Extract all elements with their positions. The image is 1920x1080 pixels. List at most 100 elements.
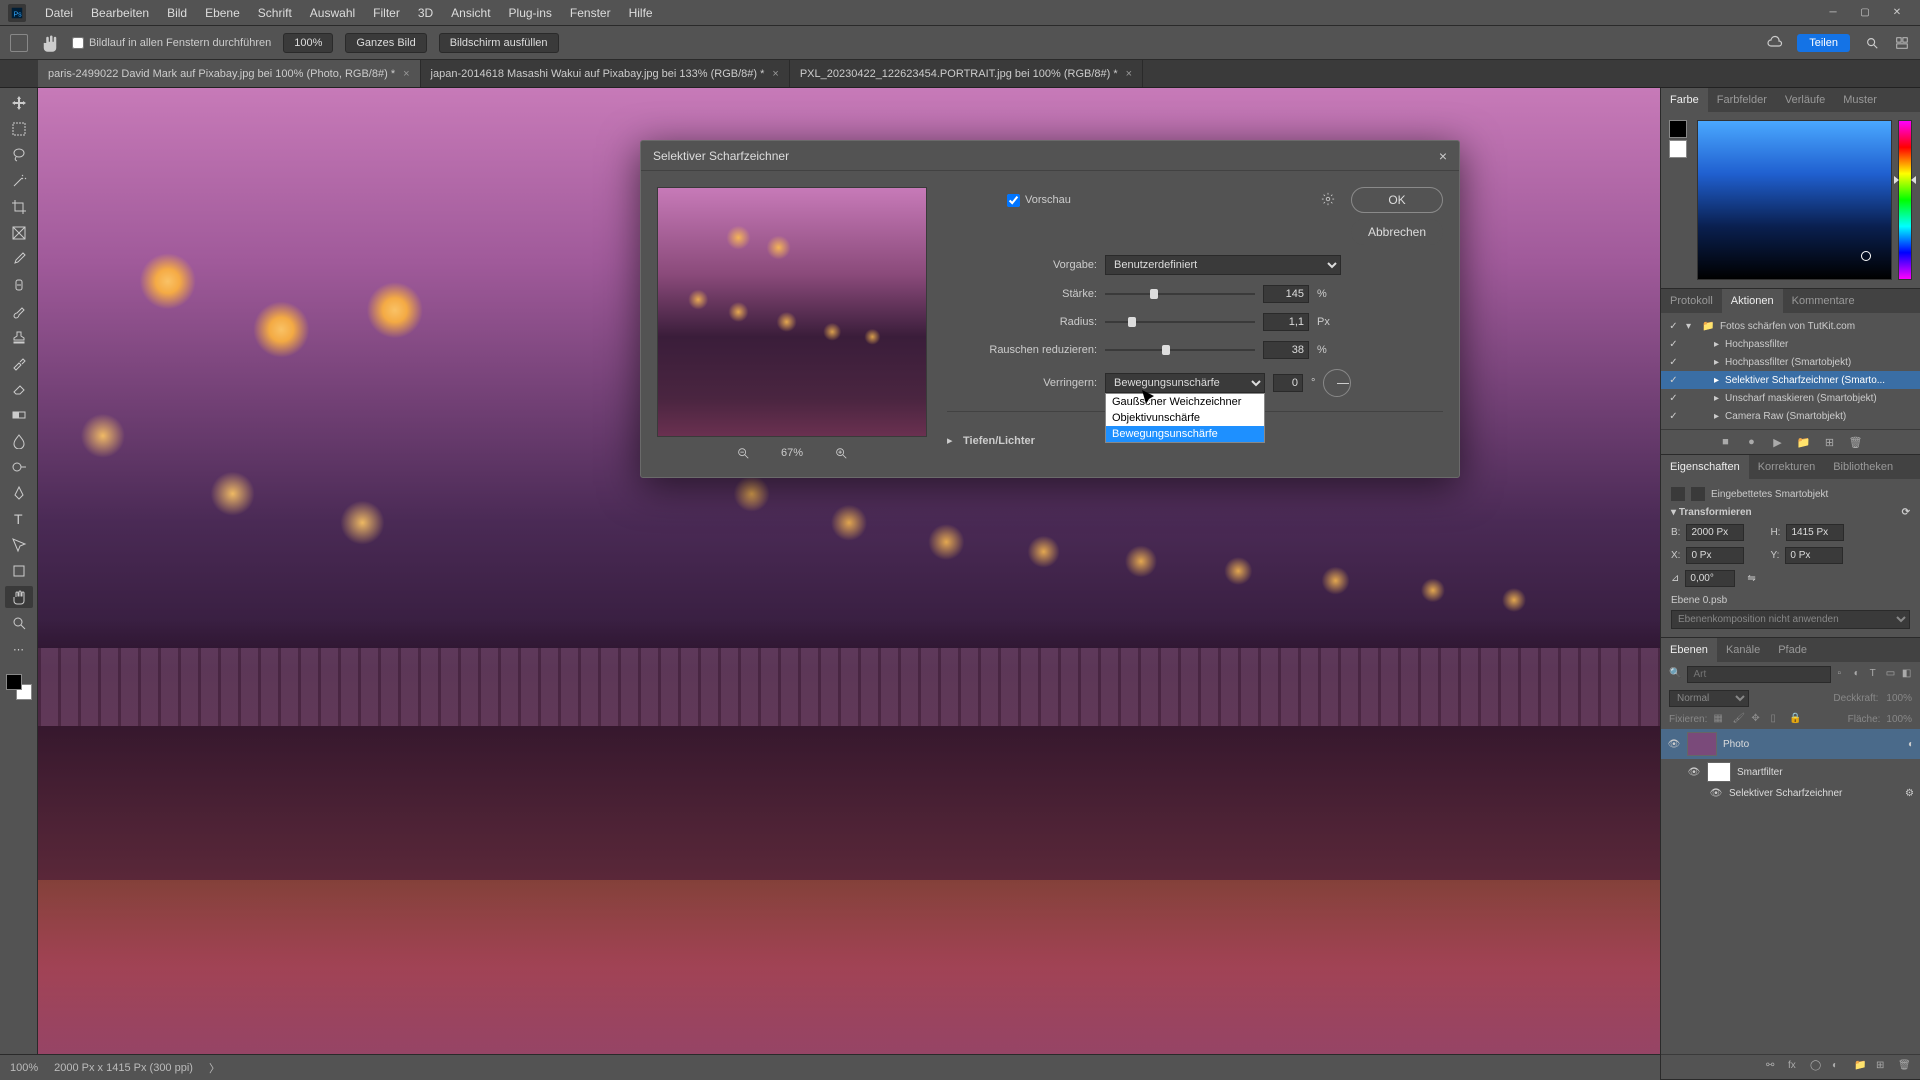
type-tool-icon[interactable]: T — [5, 508, 33, 530]
hand-tool-icon[interactable] — [40, 33, 60, 53]
dodge-tool-icon[interactable] — [5, 456, 33, 478]
lock-pos-icon[interactable]: ✥ — [1751, 713, 1764, 726]
doc-tab-3-close-icon[interactable]: × — [1126, 68, 1132, 80]
amount-slider[interactable] — [1105, 287, 1255, 301]
remove-select[interactable]: Bewegungsunschärfe — [1105, 373, 1265, 393]
height-input[interactable] — [1786, 524, 1844, 541]
x-input[interactable] — [1686, 547, 1744, 564]
filter-shape-icon[interactable]: ▭ — [1886, 668, 1896, 682]
preview-checkbox[interactable]: Vorschau — [1007, 194, 1071, 207]
menu-filter[interactable]: Filter — [364, 6, 409, 20]
action-row-2[interactable]: ✓▸Selektiver Scharfzeichner (Smarto... — [1661, 371, 1920, 389]
ok-button[interactable]: OK — [1351, 187, 1443, 213]
eyedropper-tool-icon[interactable] — [5, 248, 33, 270]
move-tool-icon[interactable] — [5, 92, 33, 114]
eraser-tool-icon[interactable] — [5, 378, 33, 400]
action-row-0[interactable]: ✓▸Hochpassfilter — [1661, 335, 1920, 353]
dialog-close-icon[interactable]: × — [1439, 148, 1447, 164]
layer-smartfilter[interactable]: 👁 Smartfilter — [1661, 759, 1920, 785]
tab-pfade[interactable]: Pfade — [1769, 638, 1816, 662]
tab-protokoll[interactable]: Protokoll — [1661, 289, 1722, 313]
filter-type-icon[interactable]: T — [1870, 668, 1880, 682]
cancel-button[interactable]: Abbrechen — [1351, 219, 1443, 245]
fit-screen-button[interactable]: Ganzes Bild — [345, 33, 426, 53]
action-row-4[interactable]: ✓▸Camera Raw (Smartobjekt) — [1661, 407, 1920, 425]
stop-icon[interactable]: ■ — [1720, 436, 1732, 448]
menu-3d[interactable]: 3D — [409, 6, 442, 20]
color-field[interactable] — [1697, 120, 1892, 280]
tab-verlaufe[interactable]: Verläufe — [1776, 88, 1834, 112]
tab-kanale[interactable]: Kanäle — [1717, 638, 1769, 662]
layer-visibility-icon[interactable]: 👁 — [1667, 739, 1681, 750]
angle-input[interactable] — [1273, 374, 1303, 392]
layer-thumb[interactable] — [1687, 732, 1717, 756]
tab-korrekturen[interactable]: Korrekturen — [1749, 455, 1824, 479]
pen-tool-icon[interactable] — [5, 482, 33, 504]
menu-ansicht[interactable]: Ansicht — [442, 6, 499, 20]
layer-photo[interactable]: 👁 Photo ◐ — [1661, 729, 1920, 759]
heal-tool-icon[interactable] — [5, 274, 33, 296]
lock-all-icon[interactable]: 🔒 — [1789, 713, 1802, 726]
fill-screen-button[interactable]: Bildschirm ausfüllen — [439, 33, 559, 53]
record-icon[interactable]: ● — [1746, 436, 1758, 448]
menu-bild[interactable]: Bild — [158, 6, 196, 20]
tab-bibliotheken[interactable]: Bibliotheken — [1824, 455, 1902, 479]
menu-schrift[interactable]: Schrift — [249, 6, 301, 20]
width-input[interactable] — [1686, 524, 1744, 541]
dialog-titlebar[interactable]: Selektiver Scharfzeichner × — [641, 141, 1459, 171]
tab-farbe[interactable]: Farbe — [1661, 88, 1708, 112]
action-row-3[interactable]: ✓▸Unscharf maskieren (Smartobjekt) — [1661, 389, 1920, 407]
doc-tab-1-close-icon[interactable]: × — [403, 68, 409, 80]
tab-kommentare[interactable]: Kommentare — [1783, 289, 1864, 313]
preset-select[interactable]: Benutzerdefiniert — [1105, 255, 1341, 275]
transform-heading[interactable]: Transformieren — [1679, 507, 1752, 518]
filter-options-icon[interactable]: ⚙ — [1905, 788, 1914, 799]
menu-ebene[interactable]: Ebene — [196, 6, 249, 20]
home-icon[interactable] — [10, 34, 28, 52]
zoom-tool-icon[interactable] — [5, 612, 33, 634]
radius-input[interactable] — [1263, 313, 1309, 331]
remove-option-lens[interactable]: Objektivunschärfe — [1106, 410, 1264, 426]
close-window-icon[interactable]: ✕ — [1882, 3, 1912, 23]
fg-color[interactable] — [6, 674, 22, 690]
smartfilter-thumb[interactable] — [1707, 762, 1731, 782]
menu-datei[interactable]: Datei — [36, 6, 82, 20]
doc-tab-3[interactable]: PXL_20230422_122623454.PORTRAIT.jpg bei … — [790, 60, 1143, 87]
marquee-tool-icon[interactable] — [5, 118, 33, 140]
y-input[interactable] — [1785, 547, 1843, 564]
doc-tab-2-close-icon[interactable]: × — [772, 68, 778, 80]
dialog-gear-icon[interactable] — [1321, 192, 1337, 209]
tab-eigenschaften[interactable]: Eigenschaften — [1661, 455, 1749, 479]
menu-auswahl[interactable]: Auswahl — [301, 6, 364, 20]
adjustment-icon[interactable]: ◐ — [1832, 1060, 1846, 1074]
zoom-in-icon[interactable] — [833, 445, 849, 461]
reset-icon[interactable]: ⟳ — [1902, 507, 1910, 518]
search-icon[interactable] — [1864, 35, 1880, 51]
folder-caret-icon[interactable]: ▾ — [1686, 321, 1696, 332]
angle-dial[interactable] — [1323, 369, 1351, 397]
filter-search-icon[interactable]: 🔍 — [1669, 668, 1681, 682]
new-action-icon[interactable]: ⊞ — [1824, 436, 1836, 448]
doc-tab-2[interactable]: japan-2014618 Masashi Wakui auf Pixabay.… — [421, 60, 790, 87]
new-layer-icon[interactable]: ⊞ — [1876, 1060, 1890, 1074]
color-swatches[interactable] — [6, 674, 32, 700]
angle-input-prop[interactable] — [1685, 570, 1735, 587]
amount-input[interactable] — [1263, 285, 1309, 303]
layer-comp-select[interactable]: Ebenenkomposition nicht anwenden — [1671, 610, 1910, 629]
blur-tool-icon[interactable] — [5, 430, 33, 452]
radius-slider[interactable] — [1105, 315, 1255, 329]
tab-ebenen[interactable]: Ebenen — [1661, 638, 1717, 662]
fill-value[interactable]: 100% — [1886, 714, 1912, 725]
scroll-all-checkbox[interactable]: Bildlauf in allen Fenstern durchführen — [72, 37, 271, 49]
menu-plugins[interactable]: Plug-ins — [500, 6, 561, 20]
path-tool-icon[interactable] — [5, 534, 33, 556]
menu-bearbeiten[interactable]: Bearbeiten — [82, 6, 158, 20]
delete-layer-icon[interactable]: 🗑 — [1898, 1060, 1912, 1074]
mask-icon[interactable]: ◯ — [1810, 1060, 1824, 1074]
play-icon[interactable]: ▶ — [1772, 436, 1784, 448]
shape-tool-icon[interactable] — [5, 560, 33, 582]
opacity-value[interactable]: 100% — [1886, 693, 1912, 704]
filter-image-icon[interactable]: ▫ — [1837, 668, 1847, 682]
lasso-tool-icon[interactable] — [5, 144, 33, 166]
remove-option-motion[interactable]: Bewegungsunschärfe — [1106, 426, 1264, 442]
